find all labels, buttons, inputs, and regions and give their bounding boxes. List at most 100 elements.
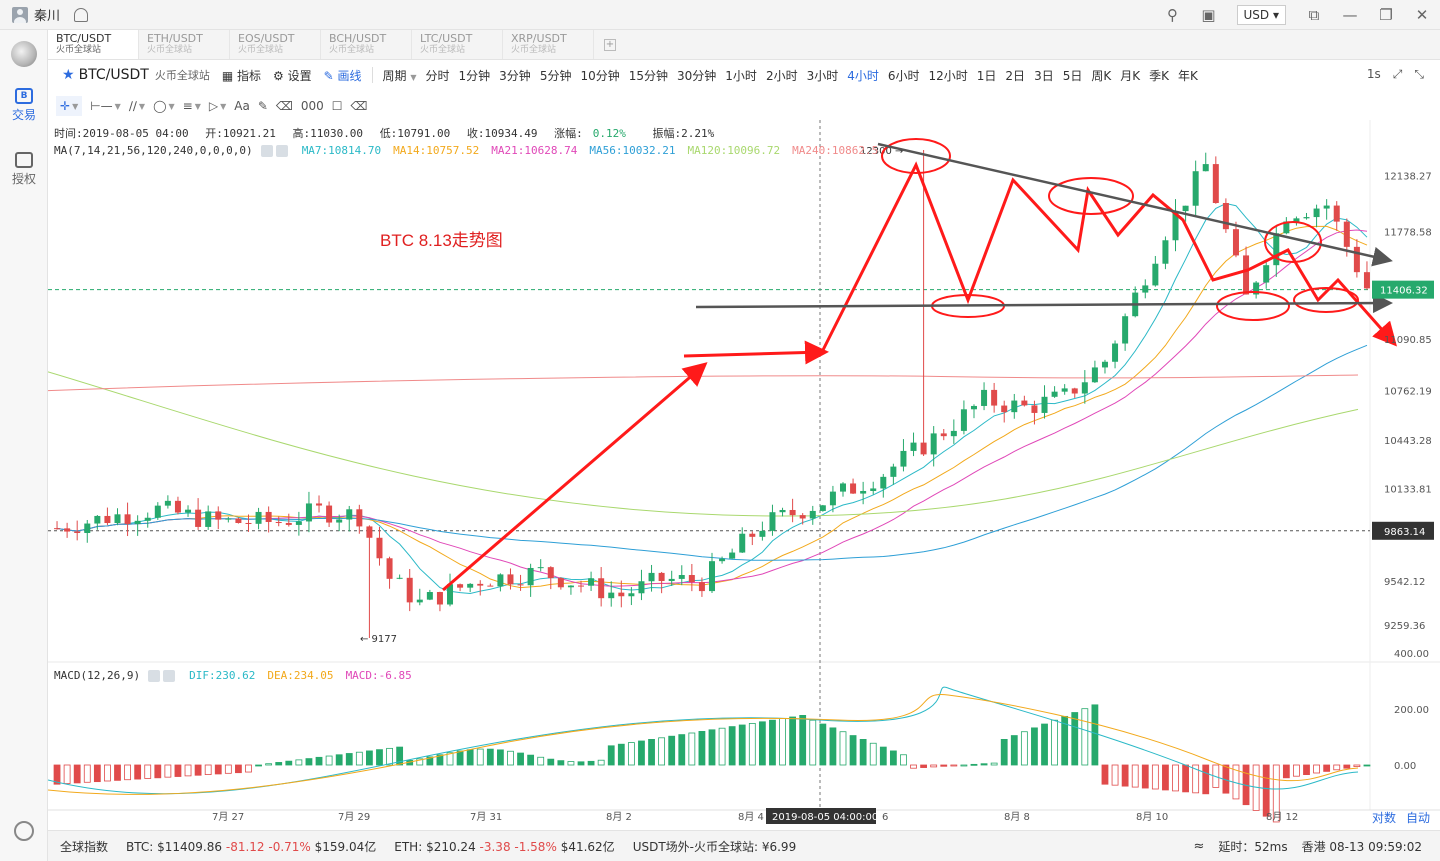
macd-bar — [1121, 764, 1129, 787]
log-scale-button[interactable]: 对数 — [1372, 809, 1396, 826]
auto-scale-button[interactable]: 自动 — [1406, 809, 1430, 826]
macd-bar — [315, 756, 323, 766]
candle-body — [1212, 164, 1219, 203]
gear-icon[interactable] — [14, 821, 34, 841]
period-option[interactable]: 4小时 — [847, 69, 879, 83]
star-icon[interactable]: ★ — [62, 67, 75, 83]
macd-bar — [114, 764, 121, 781]
close-icon[interactable]: ✕ — [1404, 0, 1440, 30]
candle-body — [1081, 382, 1088, 394]
chart-toolbar: ★ BTC/USDT 火币全球站 ▦ 指标 ⚙ 设置 ✎ 画线 周期 ▼ 分时 1… — [48, 61, 1440, 89]
period-option[interactable]: 3分钟 — [499, 69, 531, 83]
period-option[interactable]: 5分钟 — [540, 69, 572, 83]
arrow-tool[interactable]: ▷ ▼ — [209, 96, 226, 116]
tab-symbol: BCH/USDT — [329, 32, 387, 45]
period-option[interactable]: 30分钟 — [677, 69, 716, 83]
close-icon[interactable] — [163, 669, 176, 682]
period-option[interactable]: 1日 — [977, 69, 997, 83]
lock-icon[interactable]: ☐ — [332, 96, 343, 116]
circle-tool[interactable]: ◯ ▼ — [153, 96, 175, 116]
shirt-icon[interactable]: ▣ — [1191, 0, 1227, 30]
macd-bar — [1353, 764, 1361, 768]
currency-select[interactable]: USD ▾ — [1236, 5, 1286, 25]
sidebar-item-trade[interactable]: B 交易 — [0, 88, 48, 123]
macd-bar — [73, 764, 81, 784]
candle-body — [1091, 367, 1098, 383]
period-option[interactable]: 月K — [1120, 69, 1140, 83]
search-icon[interactable]: ⚲ — [1155, 0, 1191, 30]
period-option[interactable]: 3小时 — [807, 69, 839, 83]
bell-icon[interactable] — [74, 7, 89, 22]
period-option[interactable]: 年K — [1178, 69, 1198, 83]
period-option[interactable]: 5日 — [1063, 69, 1083, 83]
period-option[interactable]: 3日 — [1034, 69, 1054, 83]
kline-chart[interactable]: ← 917712300 → 12138.27 11778.58 11090.85 10… — [48, 120, 1440, 830]
settings-icon[interactable] — [148, 669, 161, 682]
eraser-icon[interactable]: ⌫ — [276, 96, 293, 116]
collapse-icon[interactable]: ⤡ — [1414, 67, 1424, 82]
minimize-icon[interactable]: — — [1332, 0, 1368, 30]
magnet-tool[interactable]: 000 — [301, 96, 324, 116]
candle-body — [950, 430, 957, 437]
trendline-tool[interactable]: ∕∕ ▼ — [129, 96, 145, 116]
period-dropdown[interactable]: 周期 ▼ — [383, 67, 417, 84]
tab-eos-usdt[interactable]: EOS/USDT 火币全球站 — [230, 30, 321, 59]
period-option[interactable]: 15分钟 — [629, 69, 668, 83]
hline-tool[interactable]: ⊢— ▼ — [90, 96, 121, 116]
candle-body — [1061, 388, 1068, 392]
macd-bar — [496, 749, 504, 766]
period-option[interactable]: 1小时 — [725, 69, 757, 83]
btc-volume: $159.04亿 — [314, 839, 377, 854]
period-option[interactable]: 6小时 — [888, 69, 920, 83]
tab-xrp-usdt[interactable]: XRP/USDT 火币全球站 — [503, 30, 594, 59]
period-option[interactable]: 2日 — [1005, 69, 1025, 83]
period-option[interactable]: 10分钟 — [580, 69, 619, 83]
sidebar-item-label: 授权 — [11, 172, 36, 186]
support-line — [695, 293, 1393, 314]
tab-eth-usdt[interactable]: ETH/USDT 火币全球站 — [139, 30, 230, 59]
macd-bar — [486, 748, 494, 766]
macd-bar — [134, 764, 142, 780]
interval-label[interactable]: 1s — [1367, 67, 1381, 82]
candle-body — [305, 503, 312, 522]
macd-bar — [980, 763, 988, 766]
indicator-button[interactable]: ▦ 指标 — [222, 67, 261, 84]
eth-label: ETH: — [394, 839, 423, 854]
trash-icon[interactable]: ⌫ — [351, 96, 368, 116]
fib-tool[interactable]: ≡ ▼ — [183, 96, 201, 116]
change-value: 0.12% — [592, 127, 626, 140]
period-option[interactable]: 分时 — [426, 69, 450, 83]
window-icon[interactable]: ⧉ — [1296, 0, 1332, 30]
tab-bch-usdt[interactable]: BCH/USDT 火币全球站 — [321, 30, 412, 59]
tab-exchange: 火币全球站 — [238, 45, 284, 55]
settings-icon[interactable] — [260, 144, 273, 157]
sidebar-item-authorize[interactable]: 授权 — [0, 152, 48, 187]
period-option[interactable]: 12小时 — [929, 69, 968, 83]
tab-btc-usdt[interactable]: BTC/USDT 火币全球站 — [48, 30, 139, 59]
text-tool[interactable]: Aa — [234, 96, 250, 116]
add-tab-button[interactable]: + — [604, 39, 616, 51]
user-menu[interactable]: 秦川 — [12, 5, 60, 24]
period-option[interactable]: 1分钟 — [459, 69, 491, 83]
period-option[interactable]: 2小时 — [766, 69, 798, 83]
restore-icon[interactable]: ❐ — [1368, 0, 1404, 30]
macd-bar — [607, 745, 615, 766]
macd-bar — [547, 758, 555, 766]
candle-body — [507, 574, 514, 585]
period-option[interactable]: 季K — [1149, 69, 1169, 83]
macd-bar — [1151, 764, 1159, 790]
pen-icon[interactable]: ✎ — [258, 96, 268, 116]
period-option[interactable]: 周K — [1091, 69, 1111, 83]
crosshair-tool[interactable]: ✛ ▼ — [56, 96, 83, 116]
close-icon[interactable] — [275, 144, 288, 157]
tab-ltc-usdt[interactable]: LTC/USDT 火币全球站 — [412, 30, 503, 59]
macd-bar — [93, 764, 101, 783]
date-tick: 7月 27 — [212, 811, 244, 823]
fullscreen-icon[interactable]: ⤢ — [1393, 67, 1403, 82]
draw-button[interactable]: ✎ 画线 — [324, 67, 362, 84]
ma7-value: MA7:10814.70 — [301, 144, 382, 157]
macd-bar — [527, 754, 535, 766]
resistance-line — [877, 142, 1393, 267]
settings-button[interactable]: ⚙ 设置 — [273, 67, 312, 84]
macd-bar — [1111, 764, 1119, 786]
